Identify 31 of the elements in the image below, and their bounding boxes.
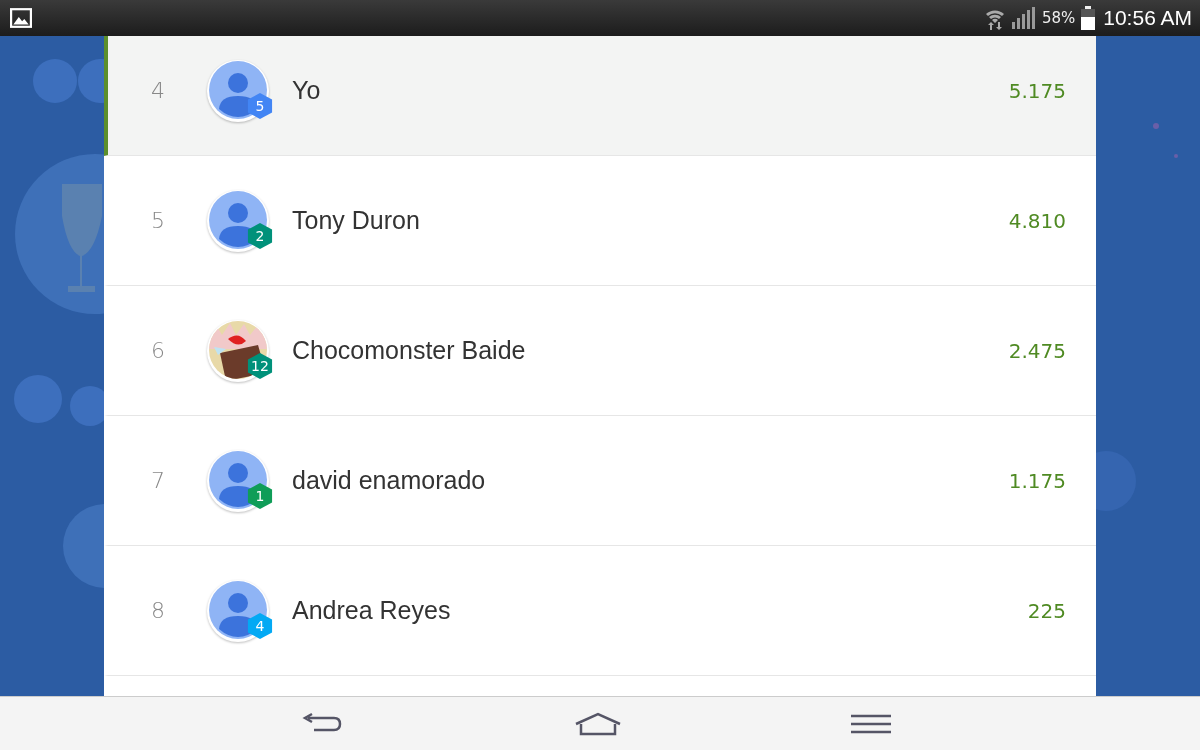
player-name: david enamorado <box>292 466 487 495</box>
gallery-icon <box>10 8 32 28</box>
leaderboard-row[interactable]: 4 5 Yo 5.175 <box>104 36 1096 156</box>
level-number: 1 <box>254 486 266 506</box>
player-score: 4.810 <box>1008 208 1066 233</box>
clock: 10:56 AM <box>1103 6 1192 30</box>
rank-number: 8 <box>150 598 166 623</box>
level-number: 4 <box>254 616 266 636</box>
signal-icon <box>1011 7 1036 29</box>
player-score: 5.175 <box>1008 78 1066 103</box>
home-icon[interactable] <box>573 711 623 736</box>
player-score: 225 <box>1027 598 1066 623</box>
rank-number: 5 <box>150 208 166 233</box>
rank-number: 7 <box>150 468 166 493</box>
leaderboard-row[interactable]: 6 12 Chocomonster Baide 2.475 <box>104 286 1096 416</box>
level-number: 2 <box>254 226 266 246</box>
rank-number: 4 <box>150 78 166 103</box>
battery-icon <box>1081 6 1096 30</box>
player-name: Yo <box>292 76 322 105</box>
player-score: 1.175 <box>1008 468 1066 493</box>
leaderboard-row[interactable]: 8 4 Andrea Reyes 225 <box>104 546 1096 676</box>
rank-number: 6 <box>150 338 166 363</box>
level-number: 5 <box>254 96 266 116</box>
level-number: 12 <box>250 356 270 376</box>
player-name: Andrea Reyes <box>292 596 452 625</box>
battery-percent: 58% <box>1041 9 1076 27</box>
player-score: 2.475 <box>1008 338 1066 363</box>
player-name: Tony Duron <box>292 206 421 235</box>
player-name: Chocomonster Baide <box>292 336 527 365</box>
leaderboard-row[interactable]: 7 1 david enamorado 1.175 <box>104 416 1096 546</box>
leaderboard-row[interactable]: 5 2 Tony Duron 4.810 <box>104 156 1096 286</box>
